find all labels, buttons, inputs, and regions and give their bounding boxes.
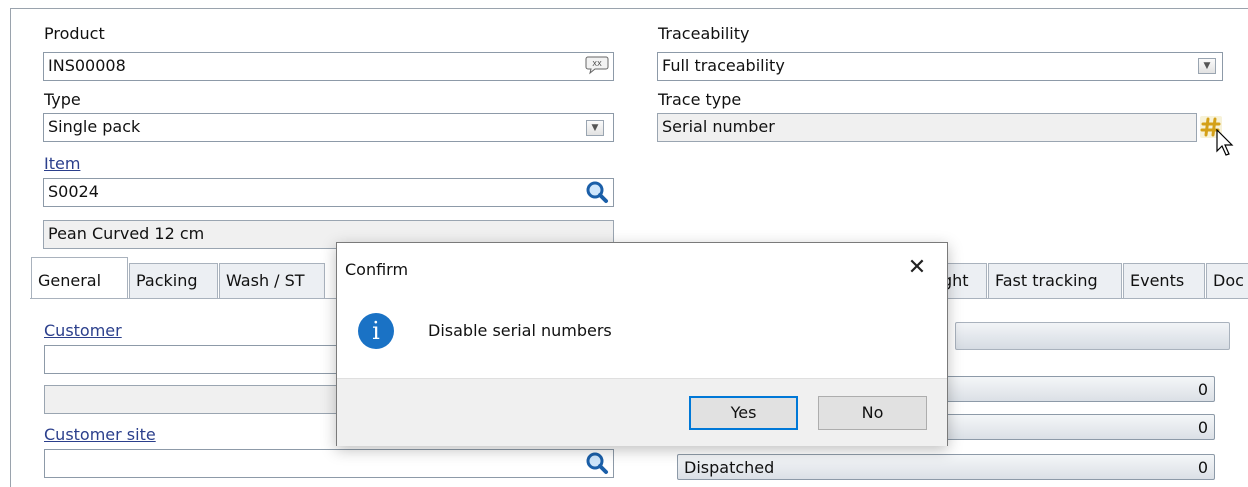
tab-fast-tracking[interactable]: Fast tracking [988,263,1122,299]
tab-packing[interactable]: Packing [129,263,218,299]
type-value: Single pack [48,117,141,136]
svg-text:XX: XX [592,60,602,68]
product-field[interactable]: INS00008 [43,52,614,81]
dialog-title: Confirm [345,260,409,279]
tab-general[interactable]: General [31,257,128,299]
tab-label: Events [1130,271,1185,290]
type-select[interactable]: Single pack [43,113,614,142]
status-count: 0 [1197,418,1208,437]
traceability-value: Full traceability [662,56,785,75]
status-count: 0 [1197,380,1208,399]
trace-type-label: Trace type [658,90,742,109]
tab-label: Fast tracking [995,271,1098,290]
customer-site-link[interactable]: Customer site [44,425,156,444]
tab-wash-st[interactable]: Wash / ST [219,263,325,299]
info-icon: i [358,313,394,349]
customer-field[interactable] [44,345,344,374]
tab-label: General [38,271,102,290]
close-icon[interactable]: ✕ [897,255,937,281]
customer-link[interactable]: Customer [44,321,122,340]
status-row: Dispatched 0 [677,454,1215,480]
traceability-label: Traceability [658,24,750,43]
form-frame-left [10,8,11,487]
type-label: Type [44,90,81,109]
confirm-dialog: Confirm ✕ i Disable serial numbers Yes N… [336,242,948,446]
speech-bubble-icon[interactable]: XX [585,55,609,75]
trace-type-field: Serial number [657,113,1197,142]
trace-type-value: Serial number [662,117,775,136]
tab-label: Packing [136,271,198,290]
tab-label: Wash / ST [226,271,305,290]
status-label: Dispatched [684,458,775,477]
status-count: 0 [1197,458,1208,477]
status-panel-header [955,322,1230,350]
item-description: Pean Curved 12 cm [48,224,205,243]
item-value: S0024 [48,182,99,201]
item-field[interactable]: S0024 [43,178,614,207]
mouse-cursor-icon [1216,128,1234,157]
product-label: Product [44,24,105,43]
tab-documents[interactable]: Doc [1206,263,1248,299]
chevron-down-icon[interactable]: ▼ [586,120,604,136]
traceability-select[interactable]: Full traceability [657,52,1223,81]
product-value: INS00008 [48,56,126,75]
search-icon[interactable] [585,180,609,204]
customer-extra-field [44,385,344,414]
search-icon[interactable] [585,451,609,475]
dialog-message: Disable serial numbers [428,321,612,340]
yes-button[interactable]: Yes [689,396,798,430]
no-button[interactable]: No [818,396,927,430]
form-frame-top [10,8,1248,9]
tab-events[interactable]: Events [1123,263,1205,299]
tab-label: Doc [1213,271,1244,290]
chevron-down-icon[interactable]: ▼ [1198,58,1216,74]
dialog-footer: Yes No [337,378,947,446]
item-link[interactable]: Item [44,154,80,173]
customer-site-field[interactable] [44,449,614,478]
